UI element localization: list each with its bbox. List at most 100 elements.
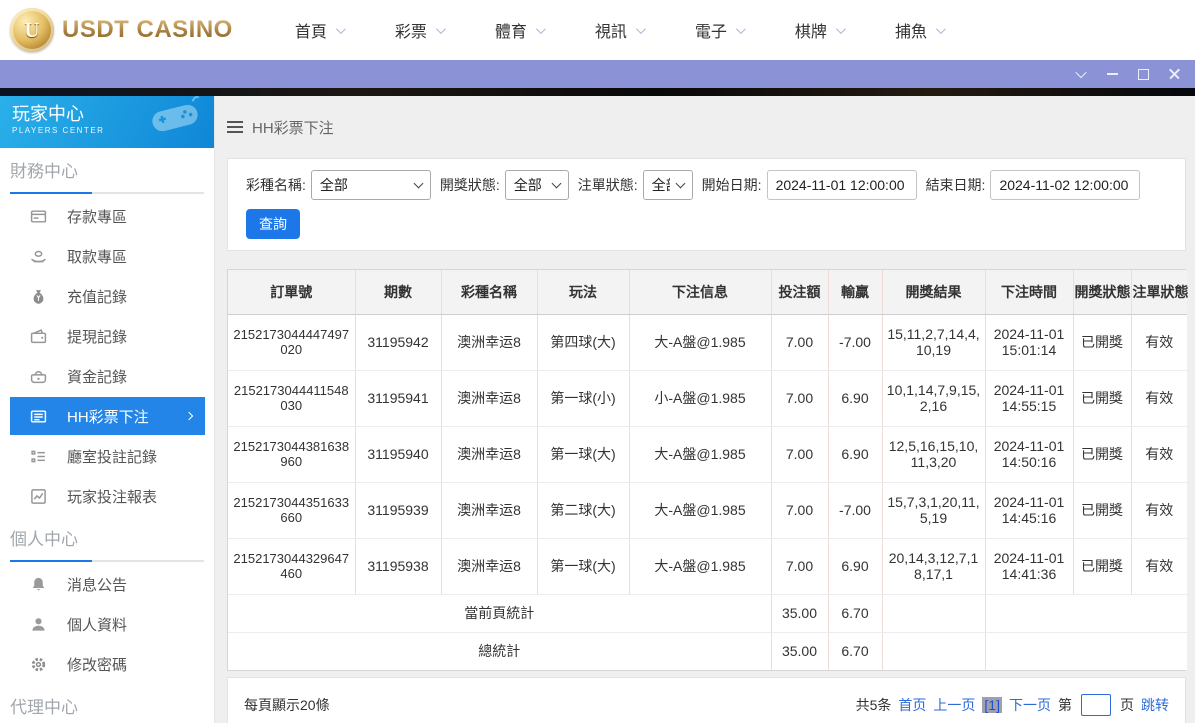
column-header: 開獎狀態 bbox=[1073, 270, 1132, 315]
table-cell: 7.00 bbox=[771, 426, 829, 483]
jump-page-input[interactable] bbox=[1081, 694, 1111, 716]
summary-cell: 當前頁統計 bbox=[228, 594, 772, 633]
chevron-down-icon bbox=[635, 23, 646, 34]
search-button[interactable]: 查詢 bbox=[246, 209, 300, 239]
column-header: 開獎結果 bbox=[882, 270, 986, 315]
chevron-down-icon: 全部 bbox=[310, 170, 431, 200]
sidebar: 玩家中心 PLAYERS CENTER 財務中心 存款專區 取款專區 充值記錄 … bbox=[0, 96, 215, 723]
order-status-select[interactable]: 全部 bbox=[642, 170, 693, 200]
jump-button[interactable]: 跳转 bbox=[1141, 695, 1169, 715]
sidebar-item-profile[interactable]: 個人資料 bbox=[0, 604, 214, 644]
logo-coin-letter: U bbox=[24, 17, 40, 42]
table-cell: 2152173044447497020 bbox=[228, 314, 356, 371]
sidebar-item-change-password[interactable]: 修改密碼 bbox=[0, 644, 214, 684]
sidebar-item-funds-record[interactable]: 資金記錄 bbox=[0, 356, 214, 396]
table-cell: 12,5,16,15,10,11,3,20 bbox=[882, 426, 986, 483]
draw-status-select[interactable]: 全部 bbox=[504, 170, 569, 200]
sidebar-item-label: 個人資料 bbox=[67, 616, 128, 634]
table-cell: 7.00 bbox=[771, 370, 829, 427]
sidebar-item-withdrawal-record[interactable]: 提現記錄 bbox=[0, 316, 214, 356]
chevron-down-icon: 全部 bbox=[642, 170, 693, 200]
end-date-input[interactable] bbox=[990, 170, 1141, 200]
recharge-record-icon bbox=[30, 288, 47, 305]
start-date-input[interactable] bbox=[766, 170, 917, 200]
sidebar-item-recharge-record[interactable]: 充值記錄 bbox=[0, 276, 214, 316]
table-cell: 澳洲幸运8 bbox=[441, 538, 538, 595]
section-underline bbox=[10, 192, 204, 194]
summary-cell bbox=[882, 594, 986, 633]
summary-cell: 總統計 bbox=[228, 632, 772, 670]
next-page-link[interactable]: 下一页 bbox=[1009, 695, 1051, 715]
table-cell: 2024-11-01 14:50:16 bbox=[985, 426, 1074, 483]
minimize-icon[interactable] bbox=[1105, 67, 1119, 81]
nav-item-video[interactable]: 視訊 bbox=[595, 18, 646, 42]
table-cell: 第一球(小) bbox=[537, 370, 630, 427]
window-chevron-down-icon[interactable] bbox=[1074, 67, 1088, 81]
main-nav: 首頁 彩票 體育 視訊 電子 棋牌 捕魚 bbox=[294, 18, 946, 42]
table-cell: 7.00 bbox=[771, 314, 829, 371]
hamburger-menu-icon[interactable] bbox=[227, 121, 243, 133]
prev-page-link[interactable]: 上一页 bbox=[933, 695, 975, 715]
user-icon bbox=[30, 616, 47, 633]
window-titlebar bbox=[0, 60, 1195, 88]
sidebar-item-label: 充值記錄 bbox=[67, 288, 128, 306]
lottery-name-label: 彩種名稱: bbox=[246, 177, 306, 193]
summary-cell: 6.70 bbox=[828, 632, 883, 670]
bets-table-wrapper: 訂單號 期數 彩種名稱 玩法 下注信息 投注額 輸贏 開獎結果 下注時間 開獎狀態 注單狀態 2152… bbox=[227, 269, 1189, 671]
sidebar-item-hh-lottery-bets[interactable]: HH彩票下注 bbox=[10, 397, 205, 435]
nav-item-electronic[interactable]: 電子 bbox=[695, 18, 746, 42]
table-cell: 31195940 bbox=[355, 426, 442, 483]
table-cell: 2024-11-01 15:01:14 bbox=[985, 314, 1074, 371]
nav-item-home[interactable]: 首頁 bbox=[294, 18, 346, 42]
table-cell: 已開獎 bbox=[1073, 426, 1132, 483]
column-header: 投注額 bbox=[771, 270, 829, 315]
player-report-icon bbox=[30, 488, 47, 505]
nav-label: 彩票 bbox=[394, 24, 427, 41]
nav-item-lottery[interactable]: 彩票 bbox=[394, 18, 446, 42]
nav-item-fishing[interactable]: 捕魚 bbox=[894, 18, 946, 42]
page-title: HH彩票下注 bbox=[252, 119, 334, 137]
sidebar-item-announcements[interactable]: 消息公告 bbox=[0, 564, 214, 604]
nav-label: 首頁 bbox=[294, 24, 327, 41]
table-cell: 澳洲幸运8 bbox=[441, 482, 538, 539]
sidebar-item-label: 玩家投注報表 bbox=[67, 488, 158, 506]
table-cell: 第一球(大) bbox=[537, 426, 630, 483]
nav-label: 捕魚 bbox=[894, 24, 927, 41]
sidebar-item-room-bet-record[interactable]: 廳室投註記錄 bbox=[0, 436, 214, 476]
bets-table: 訂單號 期數 彩種名稱 玩法 下注信息 投注額 輸贏 開獎結果 下注時間 開獎狀態 注單狀態 2152… bbox=[228, 270, 1189, 670]
sidebar-item-label: 取款專區 bbox=[67, 248, 128, 266]
lottery-name-select[interactable]: 全部 bbox=[310, 170, 431, 200]
start-date-label: 開始日期: bbox=[701, 177, 762, 193]
pagination-controls: 共5条 首页 上一页 [1] 下一页 第 页 跳转 bbox=[856, 694, 1169, 716]
maximize-icon[interactable] bbox=[1136, 67, 1150, 81]
table-cell: 2152173044329647460 bbox=[228, 538, 356, 595]
table-cell: 大-A盤@1.985 bbox=[629, 482, 772, 539]
withdrawal-record-icon bbox=[30, 328, 47, 345]
summary-row: 當前頁統計 35.00 6.70 bbox=[228, 594, 1187, 633]
table-cell: 已開獎 bbox=[1073, 314, 1132, 371]
nav-item-cards[interactable]: 棋牌 bbox=[795, 18, 846, 42]
table-cell: 第一球(大) bbox=[537, 538, 630, 595]
main-area: HH彩票下注 彩種名稱: 全部 開獎狀態: 全部 注單狀態: 全部 開始日期: … bbox=[215, 96, 1195, 723]
nav-item-sports[interactable]: 體育 bbox=[495, 18, 546, 42]
table-cell: 已開獎 bbox=[1073, 370, 1132, 427]
close-icon[interactable] bbox=[1167, 67, 1181, 81]
table-row: 2152173044411548030 31195941 澳洲幸运8 第一球(小) 小-… bbox=[228, 370, 1187, 427]
pagination-bar: 每頁顯示20條 共5条 首页 上一页 [1] 下一页 第 页 跳转 bbox=[227, 677, 1186, 723]
section-title: 個人中心 bbox=[10, 530, 78, 549]
table-cell: 2024-11-01 14:45:16 bbox=[985, 482, 1074, 539]
sidebar-item-label: 提現記錄 bbox=[67, 328, 128, 346]
sidebar-item-label: 資金記錄 bbox=[67, 368, 128, 386]
first-page-link[interactable]: 首页 bbox=[898, 695, 926, 715]
table-cell: 有效 bbox=[1131, 314, 1187, 371]
sidebar-item-deposit[interactable]: 存款專區 bbox=[0, 196, 214, 236]
sidebar-item-player-report[interactable]: 玩家投注報表 bbox=[0, 476, 214, 516]
table-cell: 7.00 bbox=[771, 538, 829, 595]
column-header: 輸贏 bbox=[828, 270, 883, 315]
table-cell: 2024-11-01 14:55:15 bbox=[985, 370, 1074, 427]
table-cell: 31195941 bbox=[355, 370, 442, 427]
content: 玩家中心 PLAYERS CENTER 財務中心 存款專區 取款專區 充值記錄 … bbox=[0, 96, 1195, 723]
sidebar-section-personal: 個人中心 消息公告 個人資料 修改密碼 bbox=[0, 516, 214, 684]
gear-icon bbox=[30, 656, 47, 673]
sidebar-item-withdraw[interactable]: 取款專區 bbox=[0, 236, 214, 276]
